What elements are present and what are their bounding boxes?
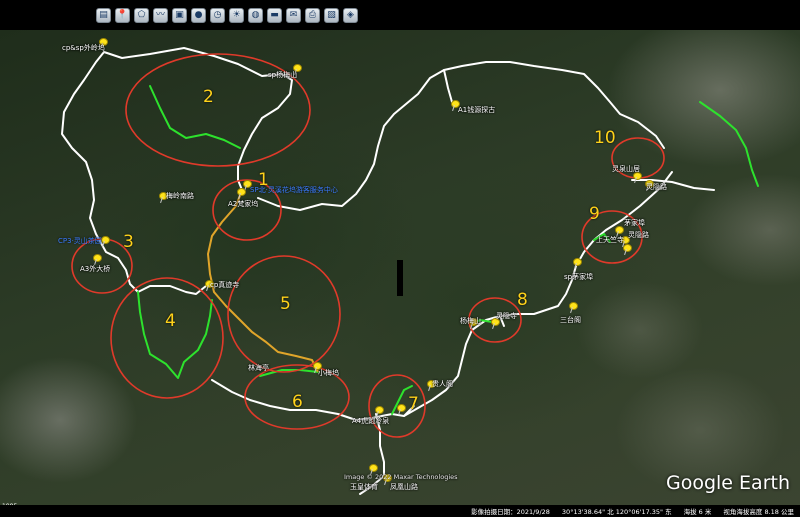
zone-number-8: 8 (517, 290, 528, 310)
imagery-credit: Image © 2022 Maxar Technologies (344, 473, 458, 481)
label-sp-yangmei[interactable]: sp杨梅山 (268, 70, 297, 80)
imagery-date: 影像拍摄日期：2021/9/28 (471, 508, 550, 516)
label-linhai[interactable]: 林海亭 (248, 363, 269, 373)
label-maojiabu[interactable]: 茅家埠 (624, 218, 645, 228)
zone-number-10: 10 (594, 128, 616, 148)
label-xiaomeiwu[interactable]: 小梅坞 (318, 368, 339, 378)
label-cp-sp-wailing[interactable]: cp&sp外岭坞 (62, 43, 105, 53)
google-maps-button[interactable]: ◈ (343, 7, 358, 23)
record-tour-button[interactable]: ● (191, 7, 206, 23)
zone-number-4: 4 (165, 311, 176, 331)
zone-number-5: 5 (280, 294, 291, 314)
placemark-pin[interactable] (568, 302, 578, 312)
map-overlay (61, 47, 759, 495)
google-earth-logo: Google Earth (666, 472, 790, 494)
status-bar: 影像拍摄日期：2021/9/28 30°13'38.64" 北 120°06'1… (0, 505, 800, 517)
zone-number-7: 7 (408, 394, 419, 414)
label-cp-zhenji[interactable]: cp真迹寺 (210, 280, 239, 290)
label-a3-waidaqiao[interactable]: A3外大桥 (80, 264, 110, 274)
label-sp-visitor-center[interactable]: SP北·灵溪花坞游客服务中心 (250, 185, 338, 195)
zone-number-2: 2 (203, 87, 214, 107)
label-lingyin-road[interactable]: 灵隐路 (628, 230, 649, 240)
black-redaction-bar (397, 260, 403, 296)
planets-button[interactable]: ◍ (248, 7, 263, 23)
zone-number-3: 3 (123, 232, 134, 252)
ruler-button[interactable]: ▬ (267, 7, 282, 23)
label-sp-maojiabu[interactable]: sp茅家埠 (564, 272, 593, 282)
placemark-pin[interactable] (374, 406, 384, 416)
add-path-button[interactable]: 〰 (153, 7, 168, 23)
label-shangtianzhu[interactable]: 上天竺寺 (596, 235, 624, 245)
add-overlay-button[interactable]: ▣ (172, 7, 187, 23)
zone-number-6: 6 (292, 392, 303, 412)
add-polygon-button[interactable]: ⬠ (134, 7, 149, 23)
historical-imagery-button[interactable]: ◷ (210, 7, 225, 23)
label-meiling-south-road[interactable]: 梅岭南路 (166, 191, 194, 201)
label-guirenge[interactable]: 贵人阁 (432, 379, 453, 389)
label-yangmeishan[interactable]: 杨梅山 (460, 316, 481, 326)
save-image-button[interactable]: ▧ (324, 7, 339, 23)
placemark-pin[interactable] (396, 404, 406, 414)
route-tracks-white (61, 47, 715, 495)
email-button[interactable]: ✉ (286, 7, 301, 23)
placemark-pin[interactable] (622, 244, 632, 254)
elevation-readout: 海拔 6 米 (683, 508, 712, 516)
toolbar: ▤ 📍 ⬠ 〰 ▣ ● ◷ ☀ ◍ ▬ ✉ ⎙ ▧ ◈ (0, 0, 800, 30)
add-placemark-button[interactable]: 📍 (115, 7, 130, 23)
label-fenghuang-road[interactable]: 凤凰山路 (390, 482, 418, 492)
label-lingyinsi[interactable]: 灵隐寺 (496, 311, 517, 321)
label-yuhuang-gym[interactable]: 玉皇体育 (350, 482, 378, 492)
label-santaige[interactable]: 三台阁 (560, 315, 581, 325)
map-viewport[interactable]: 2 1 3 4 5 6 7 8 9 10 cp&sp外岭坞 sp杨梅山 A1钱源… (0, 30, 800, 505)
google-earth-window: ▤ 📍 ⬠ 〰 ▣ ● ◷ ☀ ◍ ▬ ✉ ⎙ ▧ ◈ 2 1 3 4 5 6 … (0, 0, 800, 517)
route-tracks-green (137, 85, 759, 415)
placemark-pin[interactable] (572, 258, 582, 268)
print-button[interactable]: ⎙ (305, 7, 320, 23)
coordinates-readout: 30°13'38.64" 北 120°06'17.35" 东 (561, 508, 672, 516)
zone-number-9: 9 (589, 204, 600, 224)
label-a1-qianyu[interactable]: A1钱源探古 (458, 105, 495, 115)
sunlight-button[interactable]: ☀ (229, 7, 244, 23)
label-a2[interactable]: A2梵家坞 (228, 199, 258, 209)
sidebar-toggle-button[interactable]: ▤ (96, 7, 111, 23)
label-lingquan-shanju[interactable]: 灵泉山居 (612, 164, 640, 174)
label-a4[interactable]: A4虎跑冷泉 (352, 416, 389, 426)
placemark-pin[interactable] (236, 188, 246, 198)
eye-altitude-readout: 视角海拔高度 8.18 公里 (723, 508, 794, 516)
label-cp3[interactable]: CP3·灵山茶园 (58, 236, 102, 246)
placemark-pin[interactable] (92, 254, 102, 264)
label-lingyin-road-2[interactable]: 灵隐路 (646, 182, 667, 192)
